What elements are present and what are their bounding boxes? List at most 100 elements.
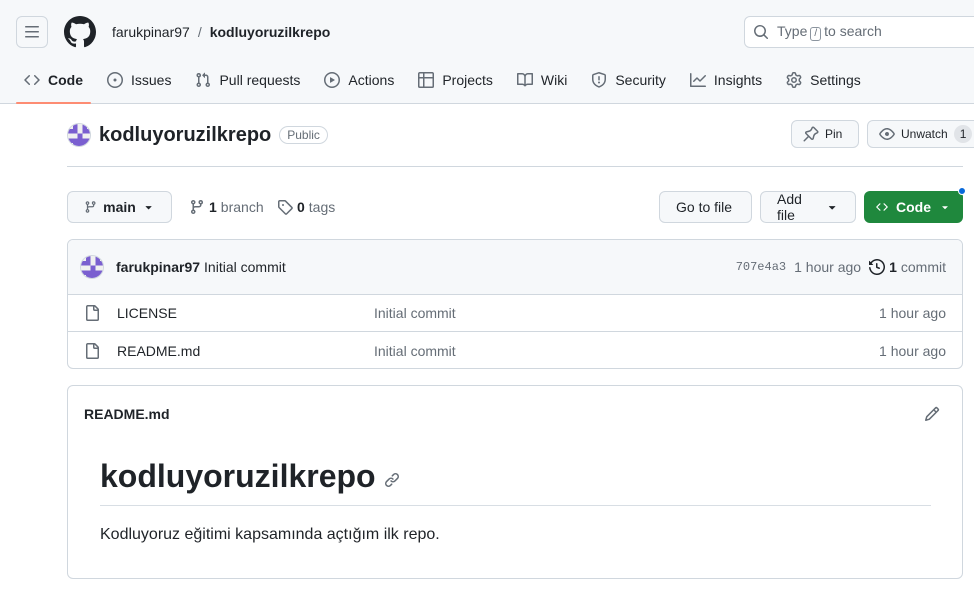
file-age: 1 hour ago: [879, 305, 946, 321]
eye-icon: [879, 128, 895, 140]
go-to-file-button[interactable]: Go to file: [659, 191, 752, 223]
unwatch-label: Unwatch: [901, 127, 948, 141]
breadcrumb: farukpinar97 / kodluyoruzilkrepo: [112, 24, 330, 40]
breadcrumb-separator: /: [197, 24, 202, 40]
search-placeholder: Type / to search: [777, 23, 882, 41]
graph-icon: [689, 73, 706, 87]
hamburger-icon: [25, 26, 39, 38]
tab-label: Security: [615, 72, 666, 88]
repo-title-bar: kodluyoruzilkrepo Public: [67, 123, 328, 147]
file-icon: [86, 305, 99, 321]
commit-author-avatar[interactable]: [80, 255, 104, 279]
tab-code[interactable]: Code: [16, 64, 91, 104]
tags-link[interactable]: 0 tags: [277, 199, 335, 215]
repo-name-link[interactable]: kodluyoruzilkrepo: [99, 124, 271, 147]
tab-label: Insights: [713, 72, 763, 88]
github-logo-icon[interactable]: [64, 16, 96, 48]
tab-pull-requests[interactable]: Pull requests: [187, 64, 308, 96]
tab-insights[interactable]: Insights: [682, 64, 770, 96]
commit-count: 1: [889, 259, 897, 275]
code-dropdown-button[interactable]: Code: [864, 191, 963, 223]
menu-button[interactable]: [16, 16, 48, 48]
unwatch-button[interactable]: Unwatch 1: [867, 120, 974, 148]
tab-security[interactable]: Security: [583, 64, 674, 96]
tab-wiki[interactable]: Wiki: [509, 64, 575, 96]
add-file-button[interactable]: Add file: [760, 191, 856, 223]
title-divider: [67, 166, 963, 167]
pin-label: Pin: [825, 127, 843, 141]
watch-counter: 1: [953, 125, 973, 143]
commit-age: 1 hour ago: [794, 259, 862, 275]
caret-down-icon: [145, 206, 152, 210]
notification-dot: [958, 187, 966, 195]
commit-author-link[interactable]: farukpinar97: [116, 259, 200, 275]
file-commit-message[interactable]: Initial commit: [374, 343, 879, 359]
go-to-file-label: Go to file: [676, 199, 733, 215]
code-icon: [24, 74, 40, 86]
pencil-icon: [924, 406, 940, 422]
file-age: 1 hour ago: [879, 342, 946, 359]
file-name-link[interactable]: README.md: [117, 343, 374, 359]
file-row-readme[interactable]: README.md Initial commit 1 hour ago: [68, 332, 962, 368]
slash-key-hint: /: [810, 27, 822, 41]
table-icon: [418, 72, 435, 88]
commit-history-link[interactable]: 1 commit: [869, 259, 946, 275]
tab-projects[interactable]: Projects: [410, 64, 501, 96]
search-input[interactable]: Type / to search: [744, 16, 974, 48]
history-icon: [869, 259, 886, 275]
caret-down-icon: [828, 206, 836, 210]
tab-label: Actions: [348, 72, 395, 88]
tab-label: Code: [48, 72, 83, 88]
branch-icon: [190, 200, 203, 215]
tab-label: Projects: [442, 72, 493, 88]
shield-icon: [592, 72, 607, 88]
file-commit-message[interactable]: Initial commit: [374, 305, 879, 321]
file-name-link[interactable]: LICENSE: [117, 305, 374, 321]
breadcrumb-repo-link[interactable]: kodluyoruzilkrepo: [210, 24, 331, 40]
readme-heading-text: kodluyoruzilkrepo: [100, 458, 376, 494]
readme-filename-link[interactable]: README.md: [84, 406, 170, 422]
tab-actions[interactable]: Actions: [316, 64, 402, 96]
readme-panel: README.md kodluyoruzilkrepo Kodluyoruz e…: [67, 385, 963, 579]
pin-icon: [803, 126, 819, 142]
branch-name: main: [103, 199, 136, 215]
tab-label: Wiki: [540, 72, 568, 88]
commit-word: commit: [900, 259, 946, 275]
commit-meta: 707e4a3 1 hour ago 1 commit: [736, 259, 946, 275]
code-icon: [876, 203, 888, 211]
tab-label: Pull requests: [219, 72, 301, 88]
file-icon: [86, 342, 99, 359]
file-row-license[interactable]: LICENSE Initial commit 1 hour ago: [68, 295, 962, 332]
branches-link[interactable]: 1 branch: [189, 199, 264, 215]
global-header: farukpinar97 / kodluyoruzilkrepo Type / to…: [0, 0, 974, 104]
visibility-badge: Public: [279, 126, 328, 144]
tag-icon: [278, 200, 293, 215]
pull-request-icon: [196, 72, 211, 88]
book-icon: [516, 72, 533, 87]
commit-message-link[interactable]: Initial commit: [204, 259, 286, 275]
code-label: Code: [896, 199, 931, 215]
repo-nav-tabs: Code Issues Pull requests Actions Projec…: [16, 64, 877, 104]
commit-sha-link[interactable]: 707e4a3: [736, 260, 786, 274]
gear-icon: [786, 72, 802, 88]
branch-word: branch: [220, 199, 264, 215]
tab-label: Settings: [810, 72, 861, 88]
tab-settings[interactable]: Settings: [778, 64, 869, 96]
latest-commit-row: farukpinar97 Initial commit 707e4a3 1 ho…: [68, 240, 962, 295]
tag-word: tags: [308, 199, 336, 215]
add-file-label: Add file: [777, 191, 802, 223]
search-icon: [754, 25, 769, 40]
file-browser: farukpinar97 Initial commit 707e4a3 1 ho…: [67, 239, 963, 369]
readme-paragraph: Kodluyoruz eğitimi kapsamında açtığım il…: [100, 526, 440, 543]
pin-button[interactable]: Pin: [791, 120, 859, 148]
link-icon[interactable]: [384, 472, 400, 488]
tab-label: Issues: [131, 72, 172, 88]
branch-select-button[interactable]: main: [67, 191, 172, 223]
edit-readme-button[interactable]: [924, 406, 940, 422]
breadcrumb-owner-link[interactable]: farukpinar97: [112, 24, 190, 40]
caret-down-icon: [942, 206, 948, 210]
readme-heading: kodluyoruzilkrepo: [100, 458, 931, 506]
play-icon: [324, 72, 341, 88]
tab-issues[interactable]: Issues: [99, 64, 179, 96]
owner-avatar[interactable]: [67, 123, 91, 147]
